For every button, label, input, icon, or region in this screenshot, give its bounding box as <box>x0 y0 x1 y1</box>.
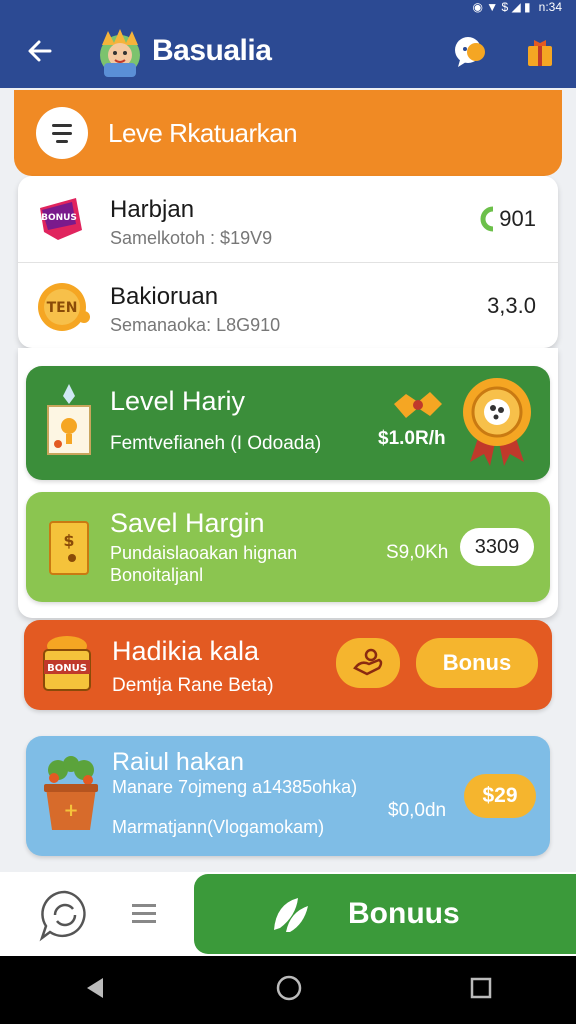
support-chat-button[interactable] <box>38 888 92 942</box>
potted-plant-icon: + <box>44 756 98 830</box>
savel-card[interactable]: $ Savel Hargin Pundaislaoakan hignan Bon… <box>26 492 550 602</box>
signal-icon: ◉ ▼ $ ◢ ▮ <box>472 0 531 14</box>
ticket-stack-icon <box>394 392 442 418</box>
card-subtitle: Pundaislaoakan hignan <box>110 543 298 563</box>
card-title: Raiul hakan <box>112 748 245 776</box>
leaf-icon <box>274 898 308 932</box>
card-amount: S9,0Kh <box>386 542 449 563</box>
back-button[interactable] <box>20 31 60 71</box>
svg-text:+: + <box>63 800 78 821</box>
app-logo <box>92 25 144 77</box>
svg-text:TEN: TEN <box>47 300 78 316</box>
card-title: Savel Hargin <box>110 508 265 538</box>
level-banner[interactable]: Leve Rkatuarkan <box>14 90 562 176</box>
coin-icon: TEN <box>38 283 90 331</box>
card-subtitle-2: Bonoitaljanl <box>110 565 204 585</box>
status-bar: ◉ ▼ $ ◢ ▮ n:34 <box>0 0 576 14</box>
svg-text:$: $ <box>63 531 74 550</box>
trophy-icon <box>47 384 91 455</box>
menu-button[interactable] <box>36 107 88 159</box>
circle-home-icon <box>276 975 302 1000</box>
hand-coin-button[interactable] <box>336 638 400 688</box>
bonus-button[interactable]: Bonuus <box>194 874 576 954</box>
app-header: Basualia <box>0 14 576 88</box>
value-badge[interactable]: $29 <box>464 774 536 818</box>
nav-recents-button[interactable] <box>469 976 493 1005</box>
raiul-card[interactable]: + Raiul hakan Manare 7ojmeng a14385ohka)… <box>26 736 550 856</box>
list-item-title: Bakioruan <box>110 283 219 310</box>
award-badge-icon <box>463 378 531 466</box>
list-menu-button[interactable] <box>132 904 156 926</box>
list-item[interactable]: BONUS Harbjan Samelkotoh : $19V9 901 <box>18 176 558 262</box>
card-title: Level Hariy <box>110 386 246 416</box>
hand-coin-icon <box>353 648 383 676</box>
green-arc-icon <box>480 206 494 232</box>
system-nav-bar <box>0 956 576 1024</box>
summary-card: BONUS Harbjan Samelkotoh : $19V9 901 TEN… <box>18 176 558 348</box>
card-amount: $1.0R/h <box>378 428 446 449</box>
document-icon: $ <box>49 521 89 575</box>
card-subtitle: Femtvefianeh (I Odoada) <box>110 433 322 454</box>
value-badge[interactable]: 3309 <box>460 528 534 566</box>
square-recents-icon <box>470 977 492 998</box>
list-item[interactable]: TEN Bakioruan Semanaoka: L8G910 3,3.0 <box>18 262 558 348</box>
bonus-pill-button[interactable]: Bonus <box>416 638 538 688</box>
svg-text:BONUS: BONUS <box>47 663 87 674</box>
hadikia-card[interactable]: BONUS Hadikia kala Demtja Rane Beta) Bon… <box>24 620 552 710</box>
status-time: n:34 <box>538 0 562 14</box>
bottom-bar: Bonuus <box>0 872 576 956</box>
level-banner-title: Leve Rkatuarkan <box>108 117 298 148</box>
card-subtitle: Manare 7ojmeng a14385ohka) <box>112 777 358 797</box>
level-card[interactable]: Level Hariy Femtvefianeh (I Odoada) $1.0… <box>26 366 550 480</box>
list-item-subtitle: Semanaoka: L8G910 <box>110 315 281 335</box>
triangle-back-icon <box>87 977 103 998</box>
chat-refresh-icon <box>39 890 86 942</box>
chat-button[interactable] <box>450 32 490 72</box>
nav-home-button[interactable] <box>275 974 303 1007</box>
list-item-value: 901 <box>499 206 536 231</box>
bonus-button-label: Bonuus <box>348 897 460 930</box>
card-amount: $0,0dn <box>388 800 447 821</box>
list-item-value: 3,3.0 <box>487 292 536 318</box>
nav-back-button[interactable] <box>83 975 109 1006</box>
card-subtitle-2: Marmatjann(Vlogamokam) <box>112 817 325 837</box>
gift-button[interactable] <box>520 32 560 72</box>
gift-bag-icon <box>528 40 552 66</box>
chat-bubble-icon <box>455 37 485 67</box>
gift-box-icon: BONUS <box>43 636 91 691</box>
ticket-icon: BONUS <box>40 198 82 240</box>
card-title: Hadikia kala <box>112 636 260 666</box>
arrow-left-icon <box>28 40 52 62</box>
svg-text:BONUS: BONUS <box>41 213 77 223</box>
list-item-subtitle: Samelkotoh : $19V9 <box>110 228 273 248</box>
list-item-title: Harbjan <box>110 196 195 223</box>
card-subtitle: Demtja Rane Beta) <box>112 675 274 696</box>
app-title: Basualia <box>152 34 272 67</box>
